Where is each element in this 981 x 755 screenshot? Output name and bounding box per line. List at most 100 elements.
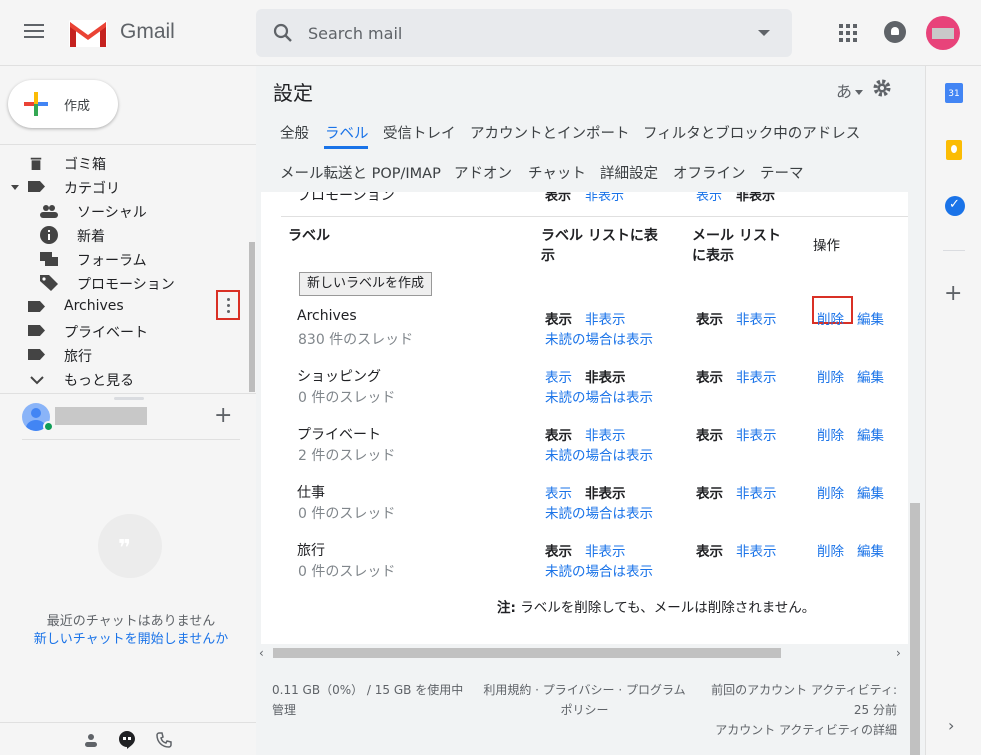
sidebar-item-social[interactable]: ソーシャル: [0, 199, 248, 223]
show-if-unread-link[interactable]: 未読の場合は表示: [545, 328, 653, 348]
calendar-icon[interactable]: 31: [945, 83, 963, 103]
tab-offline[interactable]: オフライン: [673, 162, 746, 183]
search-icon[interactable]: [272, 22, 294, 44]
show-if-unread-link[interactable]: 未読の場合は表示: [545, 502, 653, 522]
phone-icon[interactable]: [156, 732, 172, 748]
mail-list-hide-link[interactable]: 非表示: [736, 308, 777, 328]
resize-handle[interactable]: [114, 397, 144, 400]
new-chat-plus-icon[interactable]: +: [214, 403, 232, 428]
scroll-left-icon[interactable]: ‹: [259, 646, 264, 660]
tab-accounts[interactable]: アカウントとインポート: [470, 122, 630, 143]
tab-themes[interactable]: テーマ: [760, 162, 804, 183]
tab-inbox[interactable]: 受信トレイ: [383, 122, 456, 143]
settings-main: 設定 あ 全般 ラベル 受信トレイ アカウントとインポート フィルタとブロック中…: [256, 66, 925, 755]
show-if-unread-link[interactable]: 未読の場合は表示: [545, 444, 653, 464]
gear-icon[interactable]: [873, 79, 891, 97]
keep-icon[interactable]: [946, 140, 962, 160]
tab-general[interactable]: 全般: [280, 122, 309, 143]
delete-label-link[interactable]: 削除: [817, 424, 844, 444]
tasks-icon[interactable]: [945, 196, 965, 216]
start-chat-link[interactable]: 新しいチャットを開始しませんか: [0, 628, 262, 647]
gmail-wordmark[interactable]: Gmail: [120, 20, 175, 44]
show-if-unread-link[interactable]: 未読の場合は表示: [545, 386, 653, 406]
hangouts-username[interactable]: [55, 407, 147, 425]
main-menu-icon[interactable]: [24, 24, 44, 40]
terms-privacy-link[interactable]: 利用規約 · プライバシー · プログラム: [477, 680, 692, 700]
label-list-show-link[interactable]: 表示: [545, 482, 572, 502]
program-policy-link[interactable]: ポリシー: [477, 700, 692, 720]
create-new-label-button[interactable]: 新しいラベルを作成: [299, 272, 433, 296]
label-icon: [28, 349, 45, 360]
delete-label-link[interactable]: 削除: [817, 308, 844, 328]
tab-chat[interactable]: チャット: [528, 162, 586, 183]
sidebar-item-more[interactable]: もっと見る: [0, 367, 248, 391]
tab-labels[interactable]: ラベル: [325, 122, 369, 143]
edit-label-link[interactable]: 編集: [857, 308, 884, 328]
label-row: 旅行 0 件のスレッド 表示 非表示 未読の場合は表示 表示 非表示 削除 編集: [261, 540, 908, 596]
clipped-show-link[interactable]: 表示: [696, 192, 722, 204]
sidebar-item-updates[interactable]: 新着: [0, 223, 248, 247]
scrollbar-thumb[interactable]: [273, 648, 781, 658]
horizontal-scrollbar[interactable]: ‹ ›: [256, 644, 908, 662]
get-addons-plus-icon[interactable]: +: [944, 281, 962, 306]
search-input[interactable]: Search mail: [308, 24, 402, 43]
label-thread-count: 2 件のスレッド: [298, 448, 396, 464]
tab-addons[interactable]: アドオン: [454, 162, 512, 183]
apps-grid-icon[interactable]: [839, 24, 857, 42]
label-list-hide-link[interactable]: 非表示: [585, 308, 626, 328]
sidebar-item-trash[interactable]: ゴミ箱: [0, 151, 248, 175]
sidebar-item-archives[interactable]: Archives: [0, 290, 248, 320]
mail-list-show: 表示: [696, 486, 723, 502]
header-line: ラベル リストに表: [541, 228, 658, 244]
sidebar-item-forums[interactable]: フォーラム: [0, 247, 248, 271]
edit-label-link[interactable]: 編集: [857, 540, 884, 560]
column-header-mail-list: メール リスト に表示: [692, 226, 781, 266]
mail-list-hide-link[interactable]: 非表示: [736, 424, 777, 444]
label-thread-count: 0 件のスレッド: [298, 506, 396, 522]
activity-details-link[interactable]: アカウント アクティビティの詳細: [687, 720, 897, 740]
input-tools-button[interactable]: あ: [836, 78, 864, 102]
clipped-hide-link[interactable]: 非表示: [585, 192, 624, 204]
manage-storage-link[interactable]: 管理: [272, 700, 472, 720]
side-apps-panel: 31 + ›: [925, 66, 981, 755]
edit-label-link[interactable]: 編集: [857, 424, 884, 444]
tab-filters[interactable]: フィルタとブロック中のアドレス: [643, 122, 860, 143]
gmail-logo-icon[interactable]: [68, 18, 108, 48]
search-bar[interactable]: Search mail: [256, 9, 792, 57]
mail-list-hide-link[interactable]: 非表示: [736, 540, 777, 560]
sidebar-item-label: 旅行: [64, 349, 92, 365]
delete-note: 注: ラベルを削除しても、メールは削除されません。: [497, 596, 815, 616]
edit-label-link[interactable]: 編集: [857, 366, 884, 386]
compose-button[interactable]: 作成: [8, 80, 118, 128]
sidebar-scrollbar[interactable]: [249, 242, 255, 392]
expand-panel-chevron-icon[interactable]: ›: [948, 716, 954, 735]
delete-label-link[interactable]: 削除: [817, 366, 844, 386]
label-list-hide-link[interactable]: 非表示: [585, 540, 626, 560]
delete-label-link[interactable]: 削除: [817, 482, 844, 502]
sidebar-item-private[interactable]: プライベート: [0, 319, 248, 343]
search-options-icon[interactable]: [758, 30, 770, 36]
label-list-show-link[interactable]: 表示: [545, 366, 572, 386]
sidebar-item-travel[interactable]: 旅行: [0, 343, 248, 367]
account-avatar[interactable]: [926, 16, 960, 50]
hangouts-icon[interactable]: [118, 731, 136, 749]
mail-list-hide-link[interactable]: 非表示: [736, 482, 777, 502]
scroll-right-icon[interactable]: ›: [896, 646, 901, 660]
label-options-icon[interactable]: [216, 290, 240, 320]
notifications-icon[interactable]: [884, 21, 906, 43]
show-if-unread-link[interactable]: 未読の場合は表示: [545, 560, 653, 580]
contacts-icon[interactable]: [84, 733, 98, 747]
vertical-scrollbar[interactable]: [910, 503, 920, 755]
sidebar-item-label: プロモーション: [77, 277, 175, 293]
label-list-hide-link[interactable]: 非表示: [585, 424, 626, 444]
column-header-actions: 操作: [813, 238, 840, 254]
mail-list-hide-link[interactable]: 非表示: [736, 366, 777, 386]
edit-label-link[interactable]: 編集: [857, 482, 884, 502]
delete-label-link[interactable]: 削除: [817, 540, 844, 560]
tab-advanced[interactable]: 詳細設定: [600, 162, 658, 183]
collapse-caret-icon[interactable]: [11, 185, 19, 190]
tab-forwarding[interactable]: メール転送と POP/IMAP: [280, 162, 441, 183]
input-tools-label: あ: [836, 82, 853, 101]
sidebar-item-categories[interactable]: カテゴリ: [0, 175, 248, 199]
sidebar-item-promotions[interactable]: プロモーション: [0, 271, 248, 295]
